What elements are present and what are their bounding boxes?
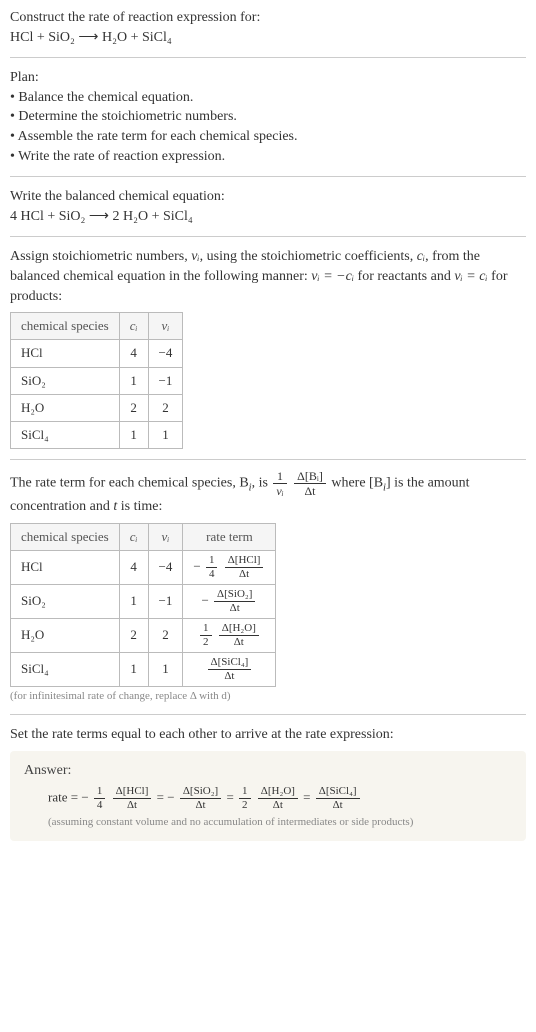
divider	[10, 459, 526, 460]
fraction: Δ[SiO₂]Δt	[180, 786, 221, 811]
cell-species: SiO₂	[11, 367, 120, 394]
col-header-species: chemical species	[11, 523, 120, 550]
text: , is	[252, 476, 272, 491]
cell-c: 4	[119, 340, 148, 367]
cell-rateterm: − 14 Δ[HCl]Δt	[183, 550, 276, 584]
cell-species: HCl	[11, 340, 120, 367]
fraction: Δ[SiCl₄]Δt	[316, 786, 360, 811]
col-header-species: chemical species	[11, 313, 120, 340]
nu-i: νᵢ	[191, 249, 199, 264]
fraction: Δ[HCl]Δt	[225, 555, 264, 580]
fraction: Δ[SiO₂]Δt	[214, 589, 255, 614]
fraction: Δ[Bᵢ] Δt	[294, 470, 326, 497]
cell-c: 1	[119, 421, 148, 448]
text: Assign stoichiometric numbers,	[10, 249, 191, 264]
table-row: H₂O 2 2 12 Δ[H₂O]Δt	[11, 618, 276, 652]
fraction: Δ[HCl]Δt	[113, 786, 152, 811]
cell-nu: 2	[148, 394, 183, 421]
stoichiometry-table: chemical species cᵢ νᵢ HCl 4 −4 SiO₂ 1 −…	[10, 312, 183, 449]
cell-species: H₂O	[11, 394, 120, 421]
fraction: 14	[206, 555, 218, 580]
cell-nu: −1	[148, 584, 183, 618]
cell-c: 4	[119, 550, 148, 584]
cell-nu: −1	[148, 367, 183, 394]
intro-text: Construct the rate of reaction expressio…	[10, 8, 526, 28]
rate-term-text: The rate term for each chemical species,…	[10, 470, 526, 517]
balanced-heading: Write the balanced chemical equation:	[10, 187, 526, 207]
cell-rateterm: 12 Δ[H₂O]Δt	[183, 618, 276, 652]
col-header-c: cᵢ	[119, 523, 148, 550]
divider	[10, 714, 526, 715]
text: is time:	[117, 499, 162, 514]
assumption-note: (assuming constant volume and no accumul…	[48, 815, 512, 830]
cell-nu: 1	[148, 652, 183, 686]
answer-box: Answer: rate = − 14 Δ[HCl]Δt = − Δ[SiO₂]…	[10, 751, 526, 841]
cell-species: H₂O	[11, 618, 120, 652]
cell-c: 1	[119, 652, 148, 686]
cell-nu: −4	[148, 550, 183, 584]
col-header-c: cᵢ	[119, 313, 148, 340]
plan-item: • Balance the chemical equation.	[10, 88, 526, 108]
text: for reactants and	[354, 269, 454, 284]
fraction: Δ[H₂O]Δt	[258, 786, 298, 811]
col-header-nu: νᵢ	[148, 523, 183, 550]
answer-expression: rate = − 14 Δ[HCl]Δt = − Δ[SiO₂]Δt = 12 …	[48, 786, 512, 811]
fraction: 1 νᵢ	[273, 470, 286, 497]
rate-prefix: rate =	[48, 790, 81, 805]
fraction: Δ[H₂O]Δt	[219, 623, 259, 648]
cell-c: 2	[119, 618, 148, 652]
conclusion-text: Set the rate terms equal to each other t…	[10, 725, 526, 745]
table-row: H₂O 2 2	[11, 394, 183, 421]
divider	[10, 57, 526, 58]
text: The rate term for each chemical species,…	[10, 476, 249, 491]
cell-species: SiCl₄	[11, 652, 120, 686]
table-row: HCl 4 −4 − 14 Δ[HCl]Δt	[11, 550, 276, 584]
unbalanced-equation: HCl + SiO₂ ⟶ H₂O + SiCl₄	[10, 28, 526, 48]
plan-item: • Determine the stoichiometric numbers.	[10, 107, 526, 127]
plan-heading: Plan:	[10, 68, 526, 88]
relation-reactants: νᵢ = −cᵢ	[311, 269, 354, 284]
col-header-nu: νᵢ	[148, 313, 183, 340]
cell-species: SiO₂	[11, 584, 120, 618]
cell-nu: 1	[148, 421, 183, 448]
answer-label: Answer:	[24, 761, 512, 781]
table-row: SiCl₄ 1 1 Δ[SiCl₄]Δt	[11, 652, 276, 686]
table-row: HCl 4 −4	[11, 340, 183, 367]
c-i: cᵢ	[417, 249, 425, 264]
plan-item: • Write the rate of reaction expression.	[10, 147, 526, 167]
table-row: SiCl₄ 1 1	[11, 421, 183, 448]
fraction: 12	[200, 623, 212, 648]
cell-c: 2	[119, 394, 148, 421]
fraction: 14	[94, 786, 106, 811]
col-header-rateterm: rate term	[183, 523, 276, 550]
text: , using the stoichiometric coefficients,	[200, 249, 417, 264]
cell-rateterm: Δ[SiCl₄]Δt	[183, 652, 276, 686]
fraction: Δ[SiCl₄]Δt	[208, 657, 252, 682]
divider	[10, 236, 526, 237]
plan-item: • Assemble the rate term for each chemic…	[10, 127, 526, 147]
rate-term-table: chemical species cᵢ νᵢ rate term HCl 4 −…	[10, 523, 276, 687]
assign-text: Assign stoichiometric numbers, νᵢ, using…	[10, 247, 526, 306]
fraction: 12	[239, 786, 251, 811]
cell-nu: −4	[148, 340, 183, 367]
cell-rateterm: − Δ[SiO₂]Δt	[183, 584, 276, 618]
table-row: SiO₂ 1 −1	[11, 367, 183, 394]
balanced-equation: 4 HCl + SiO₂ ⟶ 2 H₂O + SiCl₄	[10, 207, 526, 227]
text: where [B	[331, 476, 383, 491]
cell-species: SiCl₄	[11, 421, 120, 448]
cell-c: 1	[119, 584, 148, 618]
relation-products: νᵢ = cᵢ	[454, 269, 487, 284]
cell-c: 1	[119, 367, 148, 394]
divider	[10, 176, 526, 177]
cell-nu: 2	[148, 618, 183, 652]
infinitesimal-note: (for infinitesimal rate of change, repla…	[10, 689, 526, 704]
cell-species: HCl	[11, 550, 120, 584]
table-row: SiO₂ 1 −1 − Δ[SiO₂]Δt	[11, 584, 276, 618]
